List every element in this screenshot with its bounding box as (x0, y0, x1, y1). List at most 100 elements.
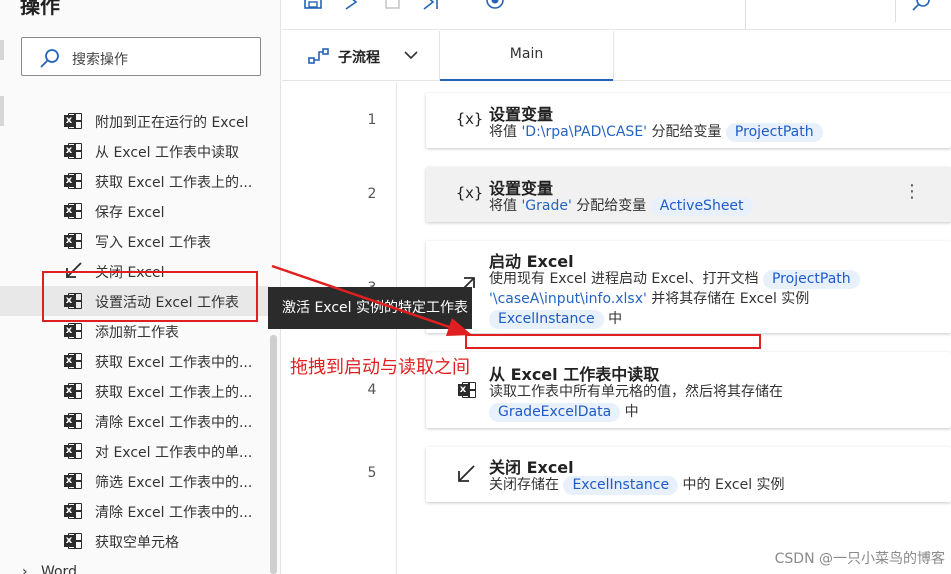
record-icon[interactable] (484, 0, 506, 10)
action-item-cell-excel[interactable]: x 对 Excel 工作表中的单... (0, 436, 270, 466)
action-item-label: 添加新工作表 (95, 325, 179, 341)
step-number: 2 (367, 186, 377, 202)
excel-icon: x (458, 381, 478, 399)
excel-icon: x (64, 412, 84, 430)
action-item-label: 保存 Excel (95, 205, 165, 221)
excel-icon: x (64, 442, 84, 460)
subflow-label: 子流程 (338, 50, 380, 66)
action-item-get-excel-3[interactable]: x 获取 Excel 工作表上的... (0, 376, 270, 406)
action-item-label: 清除 Excel 工作表中的... (95, 505, 253, 521)
flow-step-set-variable-2[interactable]: {x} 设置变量 将值 'Grade' 分配给变量 ActiveSheet ⋮ (426, 167, 951, 222)
more-options-icon[interactable]: ⋮ (903, 183, 921, 201)
action-item-get-excel[interactable]: x 获取 Excel 工作表上的... (0, 166, 270, 196)
literal-value: '\caseA\input\info.xlsx' (489, 291, 647, 307)
excel-icon: x (64, 502, 84, 520)
watermark: CSDN @一只小菜鸟的博客 (774, 551, 945, 567)
step-description-line2: GradeExcelData 中 (489, 402, 639, 422)
action-item-label: 写入 Excel 工作表 (95, 235, 211, 251)
group-label: Word (40, 564, 77, 574)
search-flow-icon[interactable] (910, 0, 932, 12)
literal-value: 'Grade' (521, 198, 572, 214)
action-tooltip: 激活 Excel 实例的特定工作表 (268, 287, 472, 329)
step-description: 将值 'Grade' 分配给变量 ActiveSheet (489, 196, 753, 216)
variable-chip: ProjectPath (725, 123, 823, 142)
variable-icon: {x} (456, 184, 484, 202)
excel-icon: x (64, 352, 84, 370)
action-item-label: 附加到正在运行的 Excel (95, 115, 249, 131)
action-item-read-excel[interactable]: x 从 Excel 工作表中读取 (0, 136, 270, 166)
action-item-label: 对 Excel 工作表中的单... (95, 445, 253, 461)
save-icon[interactable] (304, 0, 324, 10)
action-item-label: 从 Excel 工作表中读取 (95, 145, 239, 161)
highlight-box (42, 271, 258, 322)
excel-icon: x (64, 322, 84, 340)
excel-icon: x (64, 232, 84, 250)
excel-icon: x (64, 532, 84, 550)
flow-step-launch-excel[interactable]: 启动 Excel 使用现有 Excel 进程启动 Excel、打开文档 Proj… (426, 241, 951, 333)
variable-chip: GradeExcelData (489, 403, 621, 422)
action-item-label: 清除 Excel 工作表中的... (95, 415, 253, 431)
action-item-get-excel-2[interactable]: x 获取 Excel 工作表中的... (0, 346, 270, 376)
flow-step-set-variable-1[interactable]: {x} 设置变量 将值 'D:\rpa\PAD\CASE' 分配给变量 Proj… (426, 93, 951, 148)
action-item-label: 获取 Excel 工作表中的... (95, 355, 253, 371)
variable-chip: ExcelInstance (563, 476, 679, 495)
step-description: 将值 'D:\rpa\PAD\CASE' 分配给变量 ProjectPath (489, 122, 823, 142)
action-item-label: 筛选 Excel 工作表中的... (95, 475, 253, 491)
step-description-line2: '\caseA\input\info.xlsx' 并将其存储在 Excel 实例 (489, 291, 810, 307)
flow-step-close-excel[interactable]: 关闭 Excel 关闭存储在 ExcelInstance 中的 Excel 实例 (426, 447, 951, 502)
step-description: 关闭存储在 ExcelInstance 中的 Excel 实例 (489, 476, 785, 495)
step-number: 5 (367, 465, 377, 481)
excel-icon: x (64, 382, 84, 400)
action-item-save-excel[interactable]: x 保存 Excel (0, 196, 270, 226)
stop-icon[interactable] (384, 0, 402, 10)
toolbar (282, 0, 951, 30)
tab-bar: 子流程 Main (282, 31, 951, 81)
variable-chip: ExcelInstance (489, 310, 604, 329)
search-input[interactable]: 搜索操作 (21, 37, 261, 76)
excel-icon: x (64, 472, 84, 490)
scrollbar[interactable] (270, 335, 277, 574)
tab-active-indicator (440, 79, 613, 81)
action-item-label: 获取 Excel 工作表上的... (95, 175, 253, 191)
step-description-line1: 使用现有 Excel 进程启动 Excel、打开文档 ProjectPath (489, 269, 860, 289)
toolbar-divider (745, 0, 746, 30)
drop-target-box (465, 334, 761, 349)
action-item-clear-excel[interactable]: x 清除 Excel 工作表中的... (0, 406, 270, 436)
subflow-dropdown[interactable]: 子流程 (308, 45, 428, 67)
excel-icon: x (64, 112, 84, 130)
literal-value: 'D:\rpa\PAD\CASE' (521, 124, 648, 140)
tab-main-label: Main (509, 46, 544, 62)
step-number: 1 (367, 112, 377, 128)
excel-icon: x (64, 142, 84, 160)
variable-chip: ProjectPath (762, 270, 860, 289)
excel-icon: x (64, 172, 84, 190)
step-icon[interactable] (422, 0, 442, 10)
group-word[interactable]: › Word (22, 564, 77, 574)
action-item-write-excel[interactable]: x 写入 Excel 工作表 (0, 226, 270, 256)
close-arrow-icon (458, 465, 475, 482)
action-item-clear-excel-2[interactable]: x 清除 Excel 工作表中的... (0, 496, 270, 526)
step-description-line1: 读取工作表中所有单元格的值，然后将其存储在 (489, 384, 783, 400)
variable-icon: {x} (456, 110, 484, 128)
tab-main[interactable]: Main (439, 31, 614, 81)
step-number: 4 (367, 382, 377, 398)
toolbar-divider (895, 0, 896, 22)
chevron-down-icon (404, 51, 418, 60)
action-item-label: 获取空单元格 (95, 535, 179, 551)
run-icon[interactable] (344, 0, 360, 10)
flow-step-read-excel[interactable]: x 从 Excel 工作表中读取 读取工作表中所有单元格的值，然后将其存储在 G… (426, 352, 951, 428)
variable-chip: ActiveSheet (650, 197, 753, 216)
subflow-icon (308, 48, 329, 64)
action-item-label: 获取 Excel 工作表上的... (95, 385, 253, 401)
excel-icon: x (64, 202, 84, 220)
search-icon (40, 49, 59, 68)
pane-edge (0, 40, 4, 60)
annotation-text: 拖拽到启动与读取之间 (290, 357, 470, 378)
action-item-filter-excel[interactable]: x 筛选 Excel 工作表中的... (0, 466, 270, 496)
step-description-line3: ExcelInstance 中 (489, 309, 622, 329)
pane-title: 操作 (20, 0, 60, 18)
search-placeholder: 搜索操作 (72, 52, 128, 68)
chevron-right-icon: › (22, 564, 28, 574)
action-item-attach-excel[interactable]: x 附加到正在运行的 Excel (0, 106, 270, 136)
action-item-get-empty-cell[interactable]: x 获取空单元格 (0, 526, 270, 556)
